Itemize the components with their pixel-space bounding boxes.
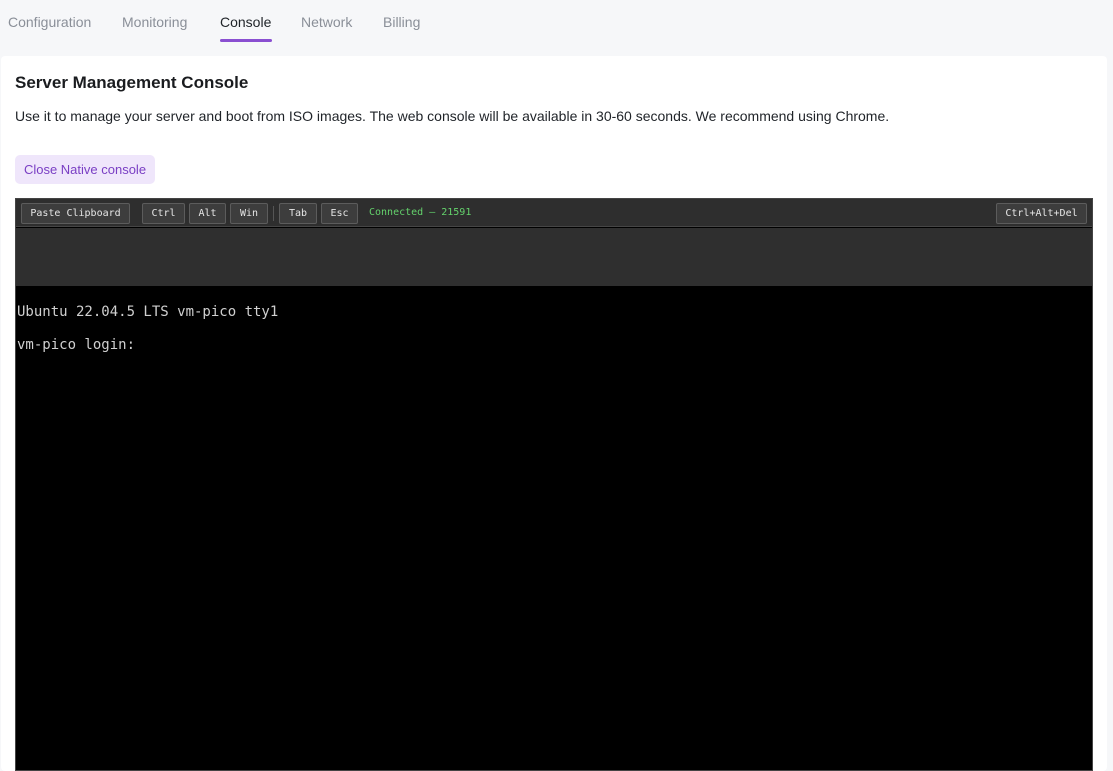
- terminal-screen[interactable]: Ubuntu 22.04.5 LTS vm-pico tty1 vm-pico …: [16, 286, 1092, 770]
- ctrl-key-button[interactable]: Ctrl: [142, 203, 185, 224]
- tab-network[interactable]: Network: [301, 14, 352, 44]
- web-console: Paste Clipboard Ctrl Alt Win Tab Esc Con…: [15, 198, 1093, 771]
- close-native-console-button[interactable]: Close Native console: [15, 155, 155, 184]
- tab-bar: Configuration Monitoring Console Network…: [0, 0, 1113, 52]
- terminal-banner-line: Ubuntu 22.04.5 LTS vm-pico tty1: [17, 304, 279, 320]
- console-header-band: [16, 228, 1092, 286]
- ctrl-alt-del-button[interactable]: Ctrl+Alt+Del: [996, 203, 1087, 224]
- console-toolbar: Paste Clipboard Ctrl Alt Win Tab Esc Con…: [16, 199, 1092, 227]
- toolbar-divider: [273, 206, 274, 221]
- paste-clipboard-button[interactable]: Paste Clipboard: [21, 203, 130, 224]
- page-title: Server Management Console: [15, 73, 249, 92]
- tab-key-button[interactable]: Tab: [279, 203, 317, 224]
- alt-key-button[interactable]: Alt: [189, 203, 226, 224]
- win-key-button[interactable]: Win: [230, 203, 268, 224]
- tab-billing[interactable]: Billing: [383, 14, 420, 44]
- tab-monitoring[interactable]: Monitoring: [122, 14, 187, 44]
- terminal-login-prompt: vm-pico login:: [17, 337, 136, 353]
- connection-status: Connected — 21591: [369, 207, 472, 218]
- tab-configuration[interactable]: Configuration: [8, 14, 91, 44]
- esc-key-button[interactable]: Esc: [321, 203, 358, 224]
- page-description: Use it to manage your server and boot fr…: [15, 108, 890, 124]
- active-tab-indicator: [220, 39, 272, 42]
